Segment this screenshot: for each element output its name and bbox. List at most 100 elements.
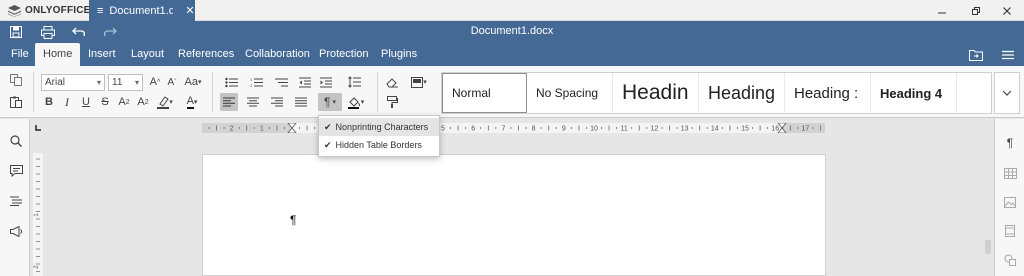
align-right-button[interactable] — [268, 93, 286, 111]
style-normal[interactable]: Normal — [442, 73, 527, 113]
header-footer-icon — [1005, 225, 1015, 237]
comment-icon — [9, 165, 23, 177]
print-button[interactable] — [38, 23, 58, 41]
eraser-icon — [386, 77, 398, 87]
horizontal-ruler[interactable]: 211234567891011121314151617 — [202, 123, 825, 133]
restore-button[interactable] — [962, 0, 990, 21]
document-page[interactable]: ¶ — [202, 154, 826, 276]
feedback-button[interactable] — [6, 221, 26, 241]
italic-label: I — [65, 94, 69, 109]
tab-insert[interactable]: Insert — [80, 43, 124, 66]
tab-references[interactable]: References — [170, 43, 242, 66]
numbering-button[interactable]: 12 — [245, 73, 267, 91]
close-icon — [1003, 6, 1011, 15]
svg-text:1: 1 — [250, 77, 253, 82]
tab-protection[interactable]: Protection — [311, 43, 377, 66]
justify-button[interactable] — [292, 93, 310, 111]
search-icon — [10, 135, 22, 147]
copy-button[interactable] — [7, 71, 25, 89]
minimize-button[interactable] — [928, 0, 956, 21]
paragraph-settings-button[interactable]: ¶ — [1000, 133, 1020, 153]
tab-close-icon[interactable]: ✕ — [185, 4, 194, 17]
tab-stop-selector[interactable] — [33, 123, 43, 133]
strikethrough-button[interactable]: S — [96, 93, 114, 111]
clear-style-button[interactable] — [383, 73, 401, 91]
image-settings-button[interactable] — [1000, 192, 1020, 212]
copy-style-button[interactable] — [383, 93, 401, 111]
vertical-scrollbar-thumb[interactable] — [985, 240, 991, 254]
line-spacing-icon — [347, 76, 361, 88]
increase-indent-button[interactable] — [317, 73, 335, 91]
left-indent-marker — [287, 123, 297, 133]
app-logo-text: ONLYOFFICE — [25, 5, 91, 16]
redo-button[interactable] — [100, 23, 120, 41]
style-heading-3[interactable]: Heading : — [785, 73, 871, 113]
shape-settings-button[interactable] — [1000, 250, 1020, 270]
decrease-font-button[interactable]: Aˇ — [163, 73, 181, 91]
align-left-button[interactable] — [220, 93, 238, 111]
color-scheme-icon — [411, 76, 424, 88]
vertical-ruler[interactable]: 12 — [33, 153, 43, 276]
style-heading-2[interactable]: Heading — [699, 73, 785, 113]
header-footer-settings-button[interactable] — [1000, 221, 1020, 241]
document-tab[interactable]: ≡ Document1.do... ✕ — [89, 0, 195, 21]
document-header: Document1.docx — [0, 21, 1024, 43]
multilevel-list-button[interactable] — [270, 73, 292, 91]
subscript-button[interactable]: A2 — [134, 93, 152, 111]
style-heading-1[interactable]: Headin — [613, 73, 699, 113]
tab-plugins[interactable]: Plugins — [373, 43, 425, 66]
italic-button[interactable]: I — [58, 93, 76, 111]
underline-button[interactable]: U — [77, 93, 95, 111]
change-case-button[interactable]: Aa ▾ — [181, 73, 205, 91]
search-button[interactable] — [6, 131, 26, 151]
increase-font-label: A — [149, 76, 158, 88]
nonprinting-characters-button[interactable]: ¶ ▾ — [318, 93, 342, 111]
comments-button[interactable] — [6, 161, 26, 181]
undo-button[interactable] — [69, 23, 89, 41]
chevron-down-icon: ▾ — [134, 78, 139, 87]
tab-file[interactable]: File — [3, 43, 37, 66]
ruler-number: 16 — [771, 126, 779, 133]
open-file-location-button[interactable] — [966, 46, 986, 64]
paragraph-shading-button[interactable]: ▾ — [345, 93, 367, 111]
view-settings-button[interactable] — [998, 46, 1018, 64]
ruler-number: 9 — [562, 126, 566, 133]
chevron-down-icon — [1002, 90, 1012, 96]
increase-font-button[interactable]: A ^ — [146, 73, 164, 91]
font-name-select[interactable]: Arial ▾ — [41, 74, 105, 91]
color-scheme-button[interactable]: ▾ — [407, 73, 431, 91]
align-center-button[interactable] — [244, 93, 262, 111]
line-spacing-button[interactable] — [343, 73, 365, 91]
save-button[interactable] — [6, 23, 26, 41]
tab-collaboration[interactable]: Collaboration — [237, 43, 318, 66]
highlight-color-button[interactable]: ▾ — [153, 93, 177, 111]
menu-item-nonprinting-characters[interactable]: ✔ Nonprinting Characters — [319, 118, 439, 136]
document-title: Document1.docx — [470, 25, 554, 37]
superscript-button[interactable]: A2 — [115, 93, 133, 111]
navigation-button[interactable] — [6, 191, 26, 211]
ruler-number: 12 — [651, 126, 659, 133]
strikethrough-label: S — [101, 96, 109, 108]
ruler-number: 11 — [621, 126, 628, 133]
bullets-button[interactable] — [220, 73, 242, 91]
ruler-number: 8 — [532, 126, 536, 133]
more-styles-button[interactable] — [994, 72, 1020, 114]
table-settings-button[interactable] — [1000, 163, 1020, 183]
tab-layout[interactable]: Layout — [123, 43, 172, 66]
paste-icon — [10, 96, 22, 108]
menu-bar: File Home Insert Layout References Colla… — [0, 43, 1024, 66]
tab-home[interactable]: Home — [35, 43, 81, 66]
decrease-indent-button[interactable] — [296, 73, 314, 91]
save-icon — [10, 26, 22, 38]
menu-item-hidden-table-borders[interactable]: ✔ Hidden Table Borders — [319, 136, 439, 154]
bold-button[interactable]: B — [40, 93, 58, 111]
nonprinting-dropdown-menu: ✔ Nonprinting Characters ✔ Hidden Table … — [318, 115, 440, 157]
style-heading-4[interactable]: Heading 4 — [871, 73, 957, 113]
font-color-button[interactable]: A ▾ — [180, 93, 204, 111]
font-size-select[interactable]: 11 ▾ — [108, 74, 143, 91]
paste-button[interactable] — [7, 93, 25, 111]
align-right-icon — [271, 97, 283, 107]
close-window-button[interactable] — [993, 0, 1021, 21]
decrease-font-label: A — [167, 76, 175, 88]
style-no-spacing[interactable]: No Spacing — [527, 73, 613, 113]
